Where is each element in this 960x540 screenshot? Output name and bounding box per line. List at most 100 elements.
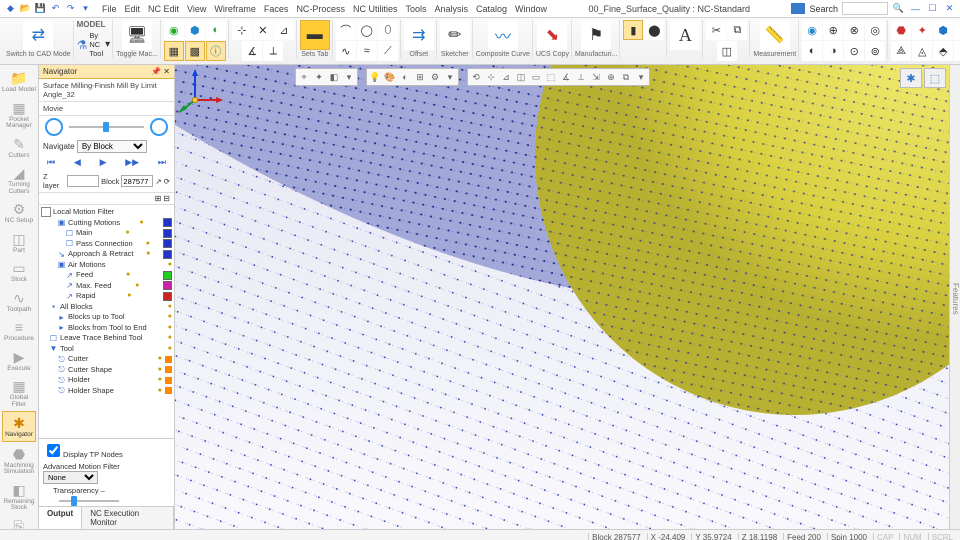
sidebar-item-toolpath[interactable]: ∿Toolpath <box>2 287 36 316</box>
drop-icon[interactable]: ▾ <box>79 2 92 15</box>
display-tp-checkbox[interactable] <box>47 444 60 457</box>
measure-button[interactable]: 📏 <box>760 20 790 50</box>
redo-icon[interactable]: ↷ <box>64 2 77 15</box>
color-swatch[interactable] <box>163 271 172 280</box>
tree-node[interactable]: ⎋Cutter Shape● <box>41 365 172 376</box>
bulb-icon[interactable]: ● <box>146 249 150 259</box>
disp-7[interactable]: ⊙ <box>844 41 864 61</box>
search-input[interactable] <box>842 2 888 15</box>
vt14[interactable]: ◫ <box>514 70 528 84</box>
menu-window[interactable]: Window <box>515 4 547 14</box>
bulb-icon[interactable]: ● <box>168 333 172 343</box>
vt11[interactable]: ⟲ <box>469 70 483 84</box>
panel-pin-icon[interactable]: 📌 ✕ <box>151 67 170 76</box>
vt3[interactable]: ◧ <box>327 70 341 84</box>
axis-btn-4[interactable]: ∡ <box>242 41 262 61</box>
tree-node[interactable]: ⎋Cutter● <box>41 354 172 365</box>
vt20[interactable]: ⊕ <box>604 70 618 84</box>
save-icon[interactable]: 💾 <box>34 2 47 15</box>
toggle-machine-button[interactable]: 🖥 <box>122 20 152 50</box>
sidebar-item-turning-cutters[interactable]: ◢Turning Cutters <box>2 162 36 197</box>
tree-node[interactable]: ☐Pass Connection● <box>41 239 172 250</box>
speed-dial-left[interactable] <box>45 118 63 136</box>
tree-node[interactable]: ⎋Holder Shape● <box>41 386 172 397</box>
composite-button[interactable]: 〰 <box>488 20 518 50</box>
vt7[interactable]: ◐ <box>398 70 412 84</box>
view-btn-4[interactable]: ▦ <box>164 41 184 61</box>
sidebar-item-nc-setup[interactable]: ⚙NC Setup <box>2 198 36 227</box>
tab-output[interactable]: Output <box>39 507 82 529</box>
ana-6[interactable]: ◬ <box>912 41 932 61</box>
more-swatch[interactable] <box>165 356 172 363</box>
locate-icon[interactable]: ↗ <box>155 177 161 186</box>
menu-tools[interactable]: Tools <box>405 4 426 14</box>
viewport-3d[interactable]: ⌖✦◧▾ 💡🎨◐⊞⚙▾ ⟲⊹⊿◫▭⬚∡⟂⇲⊕⧉▾ ✱ ⬚ <box>175 65 949 529</box>
next-button[interactable]: ▶▶ <box>125 157 139 168</box>
misc-2[interactable]: ⬤ <box>644 20 664 40</box>
bytool-label[interactable]: By NC Tool <box>89 31 103 58</box>
tree-node[interactable]: ↗Feed● <box>41 270 172 281</box>
navigate-mode-select[interactable]: By Block <box>77 140 147 153</box>
sketcher-button[interactable]: ✏ <box>440 20 470 50</box>
sidebar-item-stock[interactable]: ▭Stock <box>2 257 36 286</box>
transparency-slider[interactable] <box>59 500 119 502</box>
prev-button[interactable]: ◀ <box>74 157 81 168</box>
ana-2[interactable]: ✦ <box>912 20 932 40</box>
sidebar-item-load-model[interactable]: 📁Load Model <box>2 67 36 96</box>
sets-tab-button[interactable]: ▬ <box>300 20 330 50</box>
tree-node[interactable]: ▸Blocks from Tool to End● <box>41 323 172 334</box>
sidebar-item-post-process[interactable]: ⎘Post Process <box>2 515 36 530</box>
sidebar-item-part[interactable]: ◫Part <box>2 228 36 257</box>
bulb-icon[interactable]: ● <box>168 260 172 270</box>
edit-2[interactable]: ⧉ <box>727 20 747 40</box>
vt8[interactable]: ⊞ <box>413 70 427 84</box>
view-btn-2[interactable]: ⬢ <box>185 20 205 40</box>
bulb-icon[interactable]: ● <box>158 365 162 375</box>
bulb-icon[interactable]: ● <box>168 344 172 354</box>
last-button[interactable]: ⏭ <box>158 157 166 168</box>
block-input[interactable] <box>121 175 153 187</box>
bulb-icon[interactable]: ● <box>168 302 172 312</box>
more-swatch[interactable] <box>165 377 172 384</box>
vt6[interactable]: 🎨 <box>383 70 397 84</box>
movie-slider[interactable] <box>69 126 144 128</box>
draw-1[interactable]: ⌒ <box>336 20 356 40</box>
draw-5[interactable]: ≈ <box>357 41 377 61</box>
ucs-button[interactable]: ⬊ <box>537 20 567 50</box>
color-swatch[interactable] <box>163 229 172 238</box>
color-swatch[interactable] <box>163 292 172 301</box>
more-swatch[interactable] <box>165 366 172 373</box>
disp-8[interactable]: ⊚ <box>865 41 885 61</box>
tree-node[interactable]: ▪All Blocks● <box>41 302 172 313</box>
ana-7[interactable]: ⬘ <box>933 41 953 61</box>
maximize-icon[interactable]: ☐ <box>926 2 939 15</box>
disp-2[interactable]: ⊕ <box>823 20 843 40</box>
bulb-icon[interactable]: ● <box>168 312 172 322</box>
checkbox[interactable] <box>41 207 51 217</box>
tree-node[interactable]: ⎋Holder● <box>41 375 172 386</box>
draw-3[interactable]: ⬯ <box>378 20 398 40</box>
vt19[interactable]: ⇲ <box>589 70 603 84</box>
disp-3[interactable]: ⊗ <box>844 20 864 40</box>
disp-1[interactable]: ◉ <box>802 20 822 40</box>
axis-btn-5[interactable]: ⟂ <box>263 41 283 61</box>
switch-cad-button[interactable]: ⇄ <box>23 20 53 50</box>
menu-ncedit[interactable]: NC Edit <box>148 4 179 14</box>
misc-1[interactable]: ▮ <box>623 20 643 40</box>
filter-icon[interactable]: ⚗ <box>77 38 88 52</box>
axis-btn-1[interactable]: ⊹ <box>232 20 252 40</box>
sidebar-item-cutters[interactable]: ✎Cutters <box>2 133 36 162</box>
disp-5[interactable]: ◐ <box>802 41 822 61</box>
tree-node[interactable]: ↗Rapid● <box>41 291 172 302</box>
tree-node[interactable]: ↗Max. Feed● <box>41 281 172 292</box>
undo-icon[interactable]: ↶ <box>49 2 62 15</box>
text-button[interactable]: A <box>670 20 700 50</box>
bulb-icon[interactable]: ● <box>168 323 172 333</box>
vt2[interactable]: ✦ <box>312 70 326 84</box>
tree-node[interactable]: ▣Cutting Motions● <box>41 218 172 229</box>
bulb-icon[interactable]: ● <box>126 228 130 238</box>
search-icon[interactable]: 🔍 <box>892 2 905 15</box>
sidebar-item-global-filter[interactable]: ▦Global Filter <box>2 375 36 410</box>
vt22[interactable]: ▾ <box>634 70 648 84</box>
play-button[interactable]: ▶ <box>100 157 107 168</box>
